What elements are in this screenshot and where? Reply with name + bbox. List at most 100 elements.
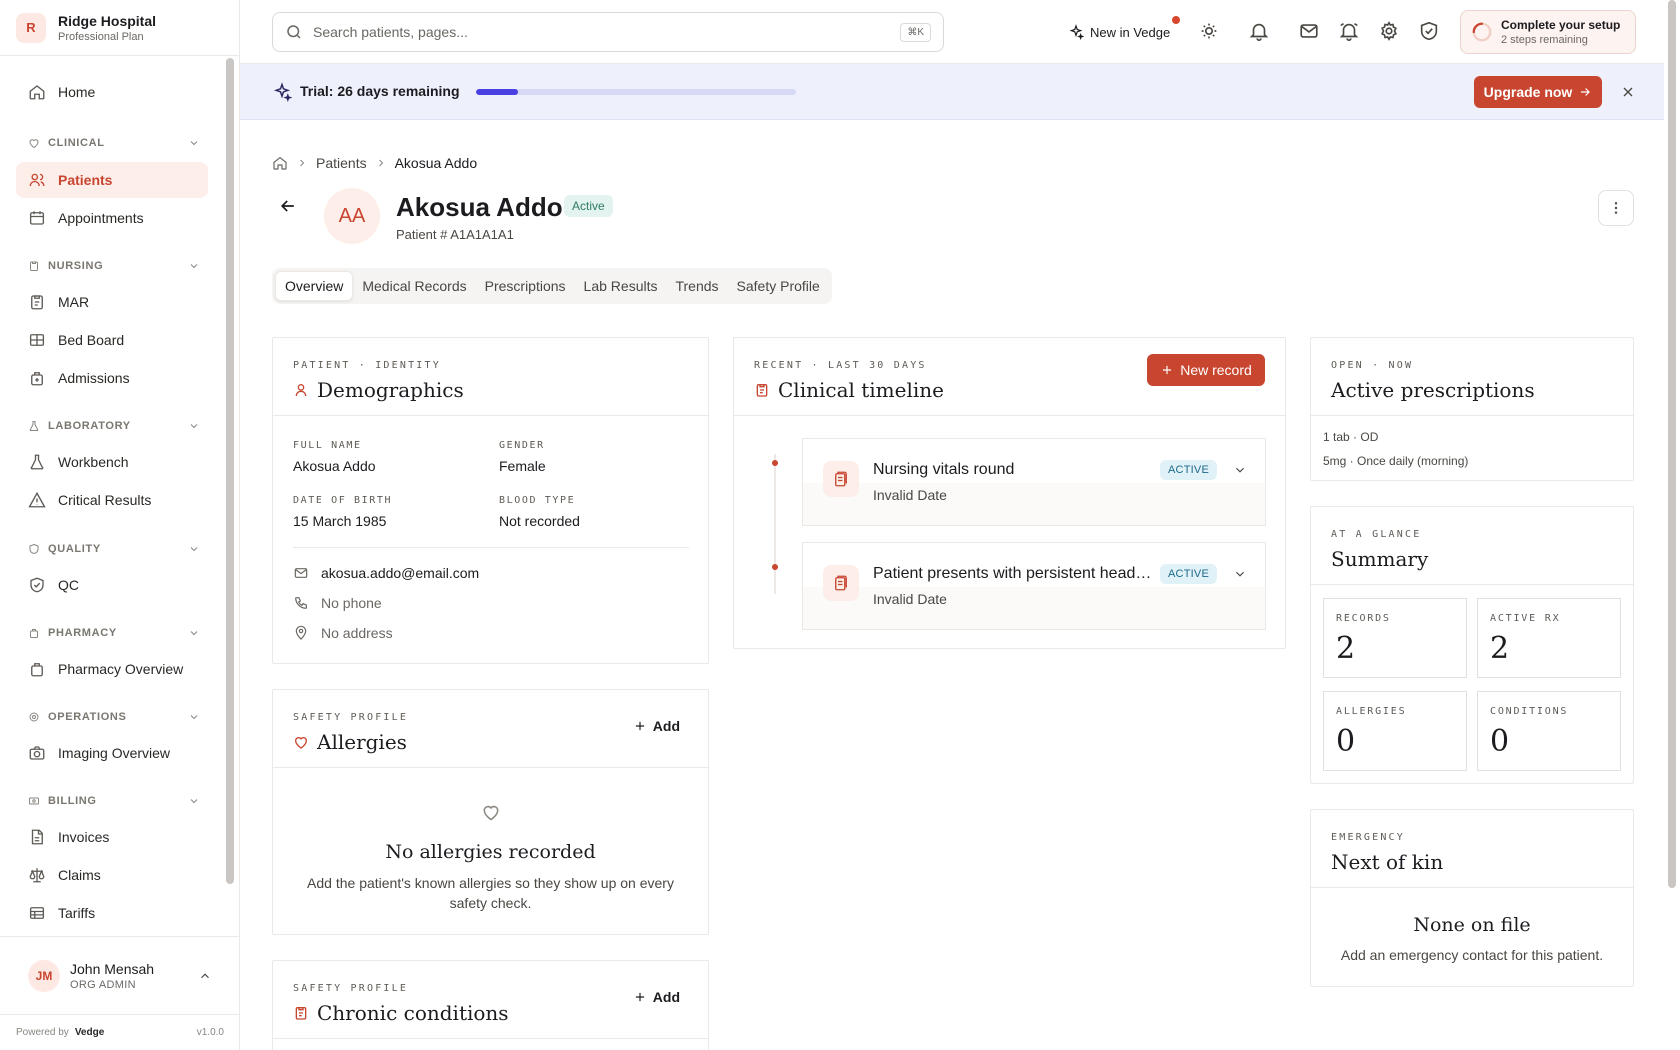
receipt-icon (29, 797, 39, 805)
divider (293, 547, 689, 548)
patient-tabs: Overview Medical Records Prescriptions L… (272, 268, 832, 304)
email-value: akosua.addo@email.com (321, 565, 480, 581)
status-badge: ACTIVE (1160, 564, 1218, 584)
chronic-conditions-card: SAFETY PROFILE Chronic conditions Add (272, 960, 709, 1050)
clipboard-icon (30, 261, 38, 271)
gender-label: GENDER (499, 440, 545, 451)
document-icon (31, 829, 43, 845)
sidebar-item-label: Bed Board (58, 332, 125, 348)
sidebar-item-label: Workbench (58, 454, 129, 470)
page-scrollbar[interactable] (1668, 0, 1676, 888)
shield-check-icon (30, 577, 44, 593)
tab-overview[interactable]: Overview (275, 271, 354, 301)
blood-type-value: Not recorded (499, 513, 580, 529)
new-record-button[interactable]: New record (1147, 354, 1265, 386)
alarm-icon[interactable] (1338, 20, 1360, 42)
sidebar-item-claims[interactable]: Claims (16, 857, 208, 893)
search-input[interactable] (313, 24, 901, 40)
app-version: v1.0.0 (196, 1027, 224, 1038)
sidebar-item-pharmacy-overview[interactable]: Pharmacy Overview (16, 651, 208, 687)
email-row[interactable]: akosua.addo@email.com (293, 565, 479, 581)
sidebar-section-pharmacy[interactable]: PHARMACY (28, 623, 200, 643)
search-box[interactable]: ⌘K (272, 12, 944, 52)
mail-icon[interactable] (1298, 20, 1320, 42)
gender-value: Female (499, 458, 546, 474)
sidebar-item-patients[interactable]: Patients (16, 162, 208, 198)
stat-label: CONDITIONS (1490, 706, 1569, 717)
sidebar-section-operations[interactable]: OPERATIONS (28, 707, 200, 727)
setup-progress-button[interactable]: Complete your setup 2 steps remaining (1460, 10, 1636, 54)
sidebar-section-billing[interactable]: BILLING (28, 791, 200, 811)
chevron-down-icon[interactable] (1233, 567, 1247, 581)
stat-value: 0 (1490, 724, 1510, 759)
sun-icon[interactable] (1198, 20, 1220, 42)
trial-text: Trial: 26 days remaining (300, 83, 460, 99)
empty-state-description: Add an emergency contact for this patien… (1340, 947, 1604, 963)
card-eyebrow: RECENT · LAST 30 DAYS (754, 360, 927, 371)
page-title: Akosua Addo (396, 192, 563, 222)
users-icon (29, 173, 45, 187)
phone-icon (295, 597, 307, 609)
avatar: JM (28, 959, 60, 992)
home-icon[interactable] (272, 155, 288, 171)
stat-label: ACTIVE RX (1490, 613, 1561, 624)
stat-value: 2 (1336, 631, 1356, 666)
sidebar-section-laboratory[interactable]: LABORATORY (28, 416, 200, 436)
breadcrumb-patients[interactable]: Patients (316, 155, 367, 171)
arrow-left-icon[interactable] (278, 196, 298, 216)
sidebar-item-admissions[interactable]: Admissions (16, 360, 208, 396)
sidebar-item-workbench[interactable]: Workbench (16, 444, 208, 480)
home-icon (29, 85, 45, 100)
timeline-item[interactable]: Nursing vitals round Invalid Date ACTIVE (802, 438, 1266, 526)
whats-new-button[interactable]: New in Vedge (1068, 16, 1181, 44)
sidebar-item-qc[interactable]: QC (16, 567, 208, 603)
user-menu[interactable]: JM John Mensah ORG ADMIN (0, 936, 240, 1014)
gear-icon (29, 712, 39, 722)
org-switcher[interactable]: R Ridge Hospital Professional Plan (0, 0, 239, 56)
clipboard-icon (31, 295, 43, 310)
close-icon[interactable] (1620, 84, 1636, 100)
sidebar-item-bed-board[interactable]: Bed Board (16, 322, 208, 358)
sidebar-item-invoices[interactable]: Invoices (16, 819, 208, 855)
tab-safety-profile[interactable]: Safety Profile (728, 271, 829, 301)
table-icon (29, 907, 45, 919)
sidebar-footer: Powered by Vedge v1.0.0 (0, 1014, 240, 1050)
chevron-down-icon[interactable] (1233, 463, 1247, 477)
user-icon (295, 384, 307, 397)
timeline-item-title: Nursing vitals round (873, 461, 1015, 478)
upgrade-button[interactable]: Upgrade now (1474, 76, 1602, 108)
tab-lab-results[interactable]: Lab Results (575, 271, 667, 301)
sidebar-item-tariffs[interactable]: Tariffs (16, 895, 208, 931)
tab-trends[interactable]: Trends (666, 271, 727, 301)
sidebar-section-clinical[interactable]: CLINICAL (28, 133, 200, 153)
add-condition-button[interactable]: Add (633, 989, 680, 1005)
gear-icon[interactable] (1378, 20, 1400, 42)
add-allergy-button[interactable]: Add (633, 718, 680, 734)
more-actions-button[interactable] (1598, 190, 1634, 226)
clipboard-icon (835, 471, 847, 487)
sidebar-section-quality[interactable]: QUALITY (28, 539, 200, 559)
tab-prescriptions[interactable]: Prescriptions (476, 271, 575, 301)
sidebar-item-mar[interactable]: MAR (16, 284, 208, 320)
sidebar-item-imaging-overview[interactable]: Imaging Overview (16, 735, 208, 771)
bag-icon (31, 663, 43, 677)
sidebar-section-nursing[interactable]: NURSING (28, 256, 200, 276)
stat-value: 0 (1336, 724, 1356, 759)
add-label: Add (652, 989, 680, 1005)
sidebar-item-appointments[interactable]: Appointments (16, 200, 208, 236)
scale-icon (29, 868, 45, 883)
card-header: PATIENT · IDENTITY Demographics (273, 338, 708, 416)
sidebar-item-home[interactable]: Home (16, 74, 208, 110)
chevron-down-icon (190, 264, 198, 269)
shield-icon (29, 543, 39, 555)
sidebar-item-label: Tariffs (58, 905, 96, 921)
timeline-item[interactable]: Patient presents with persistent headach… (802, 542, 1266, 630)
tab-medical-records[interactable]: Medical Records (353, 271, 475, 301)
shield-check-icon[interactable] (1418, 20, 1440, 42)
bell-icon[interactable] (1248, 20, 1270, 42)
sidebar-scrollbar[interactable] (226, 58, 234, 884)
sidebar-item-label: QC (58, 577, 79, 593)
summary-card: AT A GLANCE Summary RECORDS 2 ACTIVE RX … (1310, 506, 1634, 784)
sidebar-item-critical-results[interactable]: Critical Results (16, 482, 208, 518)
card-header: AT A GLANCE Summary (1311, 507, 1633, 585)
